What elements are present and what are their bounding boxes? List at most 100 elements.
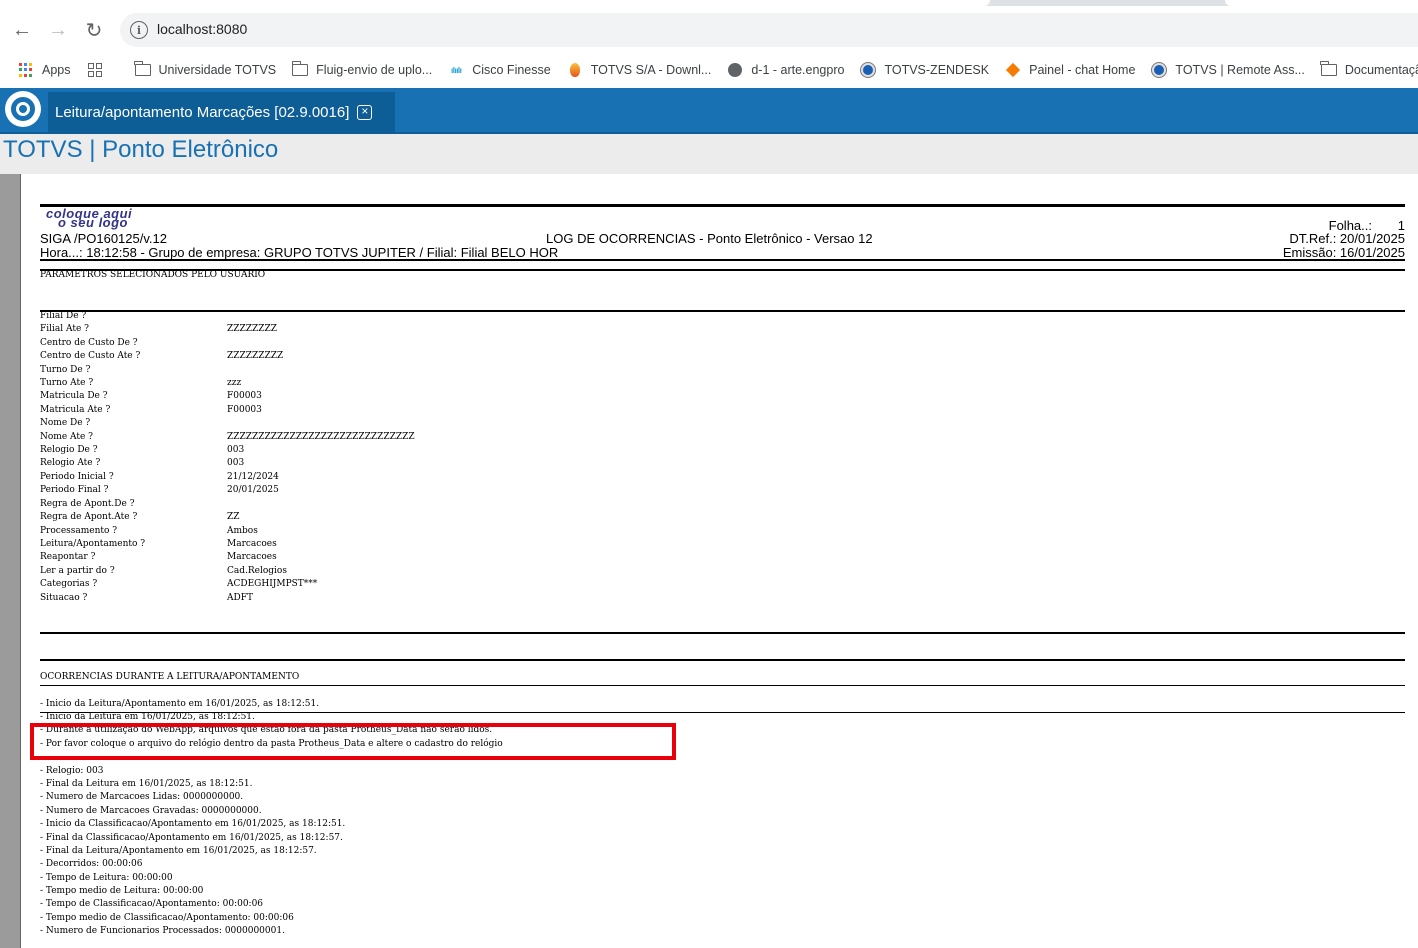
report-logo-placeholder: coloque aqui o seu logo <box>46 206 133 230</box>
params-section-title: PARAMETROS SELECIONADOS PELO USUARIO <box>40 270 266 280</box>
param-label: Centro de Custo Ate ? <box>40 351 141 362</box>
occurrence-line: - Final da Leitura/Apontamento em 16/01/… <box>40 845 317 856</box>
param-value: Marcacoes <box>227 538 277 549</box>
occurrence-line: - Final da Leitura em 16/01/2025, as 18:… <box>40 778 253 789</box>
report-divider <box>40 632 1405 634</box>
bookmark-documentacao[interactable]: Documentação Po... <box>1320 61 1418 78</box>
url-text[interactable]: localhost:8080 <box>157 21 247 37</box>
occurrence-line: - Numero de Funcionarios Processados: 00… <box>40 926 285 937</box>
param-value: F00003 <box>227 391 262 402</box>
bookmark-painel-chat[interactable]: Painel - chat Home <box>1005 62 1135 78</box>
param-row: Relogio De ? 003 <box>40 444 415 457</box>
param-row: Centro de Custo Ate ? ZZZZZZZZZ <box>40 350 415 363</box>
param-row: Matricula De ? F00003 <box>40 390 415 403</box>
bookmark-arte-engpro[interactable]: d-1 - arte.engpro <box>727 62 844 78</box>
forward-arrow-icon[interactable]: → <box>44 16 72 44</box>
reload-icon[interactable]: ↻ <box>80 16 108 44</box>
bookmark-universidade-totvs[interactable]: Universidade TOTVS <box>134 61 276 78</box>
params-list: Filial De ? Filial Ate ? ZZZZZZZZ Centro de… <box>40 310 415 605</box>
back-arrow-icon[interactable]: ← <box>8 16 36 44</box>
param-label: Reapontar ? <box>40 552 96 563</box>
report-divider <box>40 685 1405 686</box>
param-row: Centro de Custo De ? <box>40 337 415 350</box>
browser-toolbar: ← → ↻ i localhost:8080 <box>0 6 1418 52</box>
address-bar[interactable]: i localhost:8080 <box>120 13 1418 47</box>
occurrence-line: - Numero de Marcacoes Lidas: 0000000000. <box>40 792 244 803</box>
apps-grid-icon <box>18 62 34 78</box>
report-hora-line: Hora...: 18:12:58 - Grupo de empresa: GR… <box>40 245 559 260</box>
report-page: coloque aqui o seu logo SIGA /PO160125/v… <box>22 174 1418 948</box>
param-label: Nome Ate ? <box>40 431 93 442</box>
report-left-margin <box>0 174 21 948</box>
param-value: 21/12/2024 <box>227 471 279 482</box>
param-row: Regra de Apont.De ? <box>40 498 415 511</box>
param-row: Reapontar ? Marcacoes <box>40 551 415 564</box>
param-row: Nome De ? <box>40 417 415 430</box>
param-row: Categorias ? ACDEGHIJMPST*** <box>40 578 415 591</box>
occurrence-line: - Tempo medio de Classificacao/Apontamen… <box>40 912 294 923</box>
param-value: ZZZZZZZZ <box>227 324 278 335</box>
param-label: Filial De ? <box>40 311 87 321</box>
bookmark-totvs-download[interactable]: TOTVS S/A - Downl... <box>567 62 711 78</box>
param-value: ACDEGHIJMPST*** <box>227 579 318 590</box>
param-label: Leitura/Apontamento ? <box>40 538 146 549</box>
report-divider <box>40 204 1405 207</box>
param-value: 003 <box>227 458 245 469</box>
bookmark-grid[interactable] <box>87 62 111 78</box>
flame-icon <box>567 62 583 78</box>
close-icon[interactable]: × <box>357 104 373 120</box>
bookmark-apps[interactable]: Apps <box>18 62 71 78</box>
param-value: ADFT <box>227 592 253 603</box>
occurrence-line: - Decorridos: 00:00:06 <box>40 859 143 870</box>
param-row: Situacao ? ADFT <box>40 592 415 605</box>
occurrences-section-title: OCORRENCIAS DURANTE A LEITURA/APONTAMENT… <box>40 672 300 682</box>
param-row: Relogio Ate ? 003 <box>40 457 415 470</box>
param-row: Filial Ate ? ZZZZZZZZ <box>40 323 415 336</box>
grid-icon <box>87 62 103 78</box>
bookmark-fluig[interactable]: Fluig-envio de uplo... <box>291 61 432 78</box>
app-title-bar: TOTVS | Ponto Eletrônico <box>0 134 1418 174</box>
param-label: Periodo Final ? <box>40 485 109 496</box>
param-row: Ler a partir do ? Cad.Relogios <box>40 565 415 578</box>
param-label: Ler a partir do ? <box>40 565 115 576</box>
occurrence-line: - Final da Classificacao/Apontamento em … <box>40 832 343 843</box>
param-label: Periodo Inicial ? <box>40 471 114 482</box>
param-value: Cad.Relogios <box>227 565 287 576</box>
param-value: F00003 <box>227 404 262 415</box>
totvs-icon <box>860 62 876 78</box>
folder-icon <box>291 61 309 78</box>
param-value: Ambos <box>227 525 258 536</box>
totvs-logo-icon[interactable] <box>5 91 41 127</box>
report-title: LOG DE OCORRENCIAS - Ponto Eletrônico - … <box>546 231 873 246</box>
param-row: Periodo Inicial ? 21/12/2024 <box>40 471 415 484</box>
param-value: ZZ <box>227 512 240 523</box>
param-row: Turno Ate ? zzz <box>40 377 415 390</box>
bookmark-totvs-remote[interactable]: TOTVS | Remote Ass... <box>1151 62 1305 78</box>
app-header: Leitura/apontamento Marcações [02.9.0016… <box>0 88 1418 132</box>
occurrence-line: - Tempo medio de Leitura: 00:00:00 <box>40 886 204 897</box>
bookmark-cisco-finesse[interactable]: ılıılı Cisco Finesse <box>448 62 551 78</box>
report-program: SIGA /PO160125/v.12 <box>40 231 167 246</box>
param-value: 20/01/2025 <box>227 485 279 496</box>
param-row: Turno De ? <box>40 364 415 377</box>
app-tab-leitura[interactable]: Leitura/apontamento Marcações [02.9.0016… <box>48 92 395 132</box>
folder-icon <box>1320 61 1337 78</box>
occurrence-line: - Tempo de Leitura: 00:00:00 <box>40 872 173 883</box>
site-info-icon[interactable]: i <box>130 21 148 39</box>
bookmarks-bar: Apps Universidade TOTVS Fluig-envio de u… <box>0 52 1418 88</box>
param-label: Turno De ? <box>40 364 91 375</box>
param-label: Regra de Apont.Ate ? <box>40 512 138 523</box>
param-label: Turno Ate ? <box>40 378 94 389</box>
report-divider <box>40 259 1405 261</box>
report-divider <box>40 659 1405 661</box>
param-label: Regra de Apont.De ? <box>40 498 135 509</box>
occurrence-line: - Tempo de Classificacao/Apontamento: 00… <box>40 899 264 910</box>
app-tab-label: Leitura/apontamento Marcações [02.9.0016… <box>55 103 350 121</box>
occurrence-line: - Relogio: 003 <box>40 765 104 776</box>
param-row: Filial De ? <box>40 310 415 323</box>
bookmark-totvs-zendesk[interactable]: TOTVS-ZENDESK <box>860 62 989 78</box>
param-value: Marcacoes <box>227 552 277 563</box>
param-row: Processamento ? Ambos <box>40 525 415 538</box>
diamond-icon <box>1005 62 1021 78</box>
occurrence-first-line: - Inicio da Leitura/Apontamento em 16/01… <box>40 699 320 709</box>
